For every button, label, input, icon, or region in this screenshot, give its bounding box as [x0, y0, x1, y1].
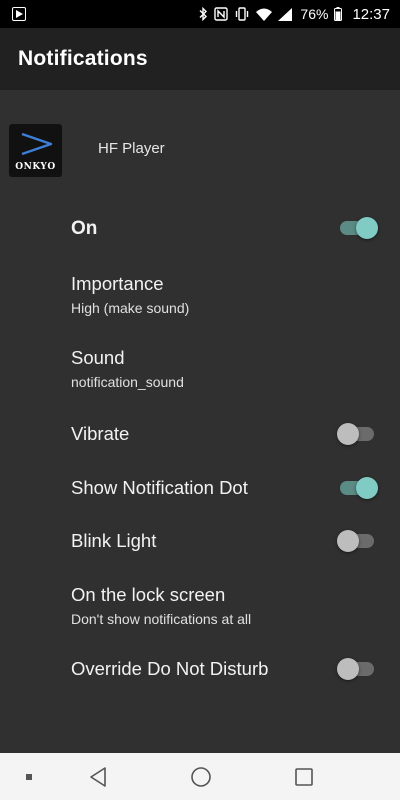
status-bar: 76% 12:37 — [0, 0, 400, 28]
setting-on[interactable]: On — [0, 198, 400, 260]
recents-dot-icon[interactable] — [17, 765, 41, 789]
app-name: HF Player — [98, 140, 165, 157]
setting-sound-title: Sound — [71, 347, 125, 368]
setting-notification-dot[interactable]: Show Notification Dot — [0, 462, 400, 516]
notification-settings-screen: 76% 12:37 Notifications ONKYO HF Player … — [0, 0, 400, 800]
blink-light-toggle[interactable] — [337, 528, 378, 552]
home-icon[interactable] — [189, 765, 213, 789]
setting-importance-summary: High (make sound) — [71, 300, 190, 316]
setting-lock-screen[interactable]: On the lock screen Don't show notificati… — [0, 570, 400, 644]
onkyo-logo-icon — [21, 132, 53, 156]
vibrate-toggle[interactable] — [337, 421, 378, 445]
setting-sound-summary: notification_sound — [71, 374, 184, 390]
overview-icon[interactable] — [292, 765, 316, 789]
nfc-icon — [214, 7, 229, 21]
vibrate-icon — [234, 7, 250, 21]
signal-icon — [278, 7, 293, 21]
battery-icon — [334, 7, 343, 21]
setting-on-title: On — [71, 218, 98, 239]
status-time: 12:37 — [352, 5, 390, 23]
back-icon[interactable] — [86, 765, 110, 789]
setting-vibrate-title: Vibrate — [71, 423, 130, 444]
setting-sound[interactable]: Sound notification_sound — [0, 334, 400, 408]
wifi-icon — [256, 8, 273, 21]
setting-importance-title: Importance — [71, 273, 164, 294]
page-title: Notifications — [18, 47, 148, 70]
app-icon: ONKYO — [9, 124, 62, 177]
setting-blink-light[interactable]: Blink Light — [0, 516, 400, 570]
setting-override-dnd[interactable]: Override Do Not Disturb — [0, 644, 400, 698]
app-icon-brand: ONKYO — [15, 162, 56, 172]
setting-lock-screen-title: On the lock screen — [71, 584, 226, 605]
setting-vibrate[interactable]: Vibrate — [0, 408, 400, 462]
setting-override-dnd-title: Override Do Not Disturb — [71, 658, 269, 679]
setting-importance[interactable]: Importance High (make sound) — [0, 260, 400, 334]
app-header: ONKYO HF Player — [0, 116, 400, 182]
play-store-icon — [12, 7, 26, 21]
on-toggle[interactable] — [338, 215, 378, 239]
setting-lock-screen-summary: Don't show notifications at all — [71, 611, 252, 627]
notification-dot-toggle[interactable] — [338, 475, 378, 499]
setting-notification-dot-title: Show Notification Dot — [71, 477, 248, 498]
bluetooth-icon — [198, 7, 208, 21]
app-bar: Notifications — [0, 28, 400, 90]
setting-blink-light-title: Blink Light — [71, 530, 157, 551]
navigation-bar — [0, 753, 400, 800]
override-dnd-toggle[interactable] — [337, 656, 378, 680]
battery-percent: 76% — [300, 6, 329, 22]
